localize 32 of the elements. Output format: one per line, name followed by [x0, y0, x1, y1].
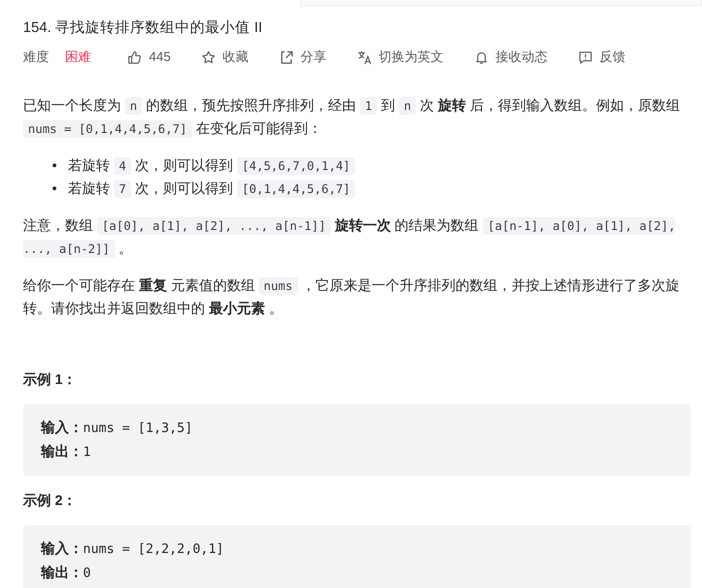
example-value: 0 — [83, 566, 91, 581]
example-label: 输入： — [41, 540, 83, 556]
message-icon — [578, 50, 593, 65]
example-label: 输出： — [41, 564, 83, 580]
example-label: 输出： — [41, 442, 83, 459]
share-icon — [278, 50, 294, 65]
list-item: 若旋转 4 次，则可以得到 [4,5,6,7,0,1,4] — [68, 154, 356, 177]
difficulty-label: 难度 — [23, 48, 49, 66]
action-button[interactable]: 445 — [127, 47, 171, 67]
example-value: nums = [2,2,2,0,1] — [83, 542, 224, 557]
description-text: 注意，数组 [a[0], a[1], a[2], ..., a[n-1]] 旋转一次 的结果为数组 [a[n-1], a[0], a[1], a[2], ..., a[n-2]] 。 — [23, 216, 676, 260]
action-button[interactable]: 接收动态 — [474, 47, 548, 67]
example-value: 1 — [83, 444, 91, 460]
bullet-marker: • — [52, 178, 58, 198]
example-heading: 示例 1： — [23, 370, 78, 389]
thumbs-up-icon — [127, 50, 142, 65]
action-button[interactable]: 切换为英文 — [356, 47, 444, 67]
problem-title: 154. 寻找旋转排序数组中的最小值 II — [23, 20, 264, 38]
example-value: nums = [1,3,5] — [83, 420, 193, 436]
example-label: 输入： — [41, 418, 83, 435]
description-text: 已知一个长度为 n 的数组，预先按照升序排列，经由 1 到 n 次 旋转 后，得到输入数组。例如，原数组 nums = [0,1,4,4,5,6,7] 在变化后可能得到： — [23, 96, 681, 140]
list-item: 若旋转 7 次，则可以得到 [0,1,4,4,5,6,7] — [68, 176, 356, 200]
action-button[interactable]: 分享 — [278, 47, 327, 67]
action-button[interactable]: 收藏 — [200, 47, 249, 67]
example-heading: 示例 2： — [23, 490, 78, 510]
bullet-marker: • — [52, 156, 58, 175]
description-text: 给你一个可能存在 重复 元素值的数组 nums ，它原来是一个升序排列的数组，并按上述情形进行了多次旋转。请你找出并返回数组中的 最小元素 。 — [23, 276, 680, 318]
star-icon — [200, 50, 216, 65]
translate-icon — [356, 50, 372, 65]
difficulty-value: 困难 — [65, 48, 91, 66]
bell-icon — [474, 50, 489, 65]
action-button[interactable]: 反馈 — [578, 47, 626, 67]
